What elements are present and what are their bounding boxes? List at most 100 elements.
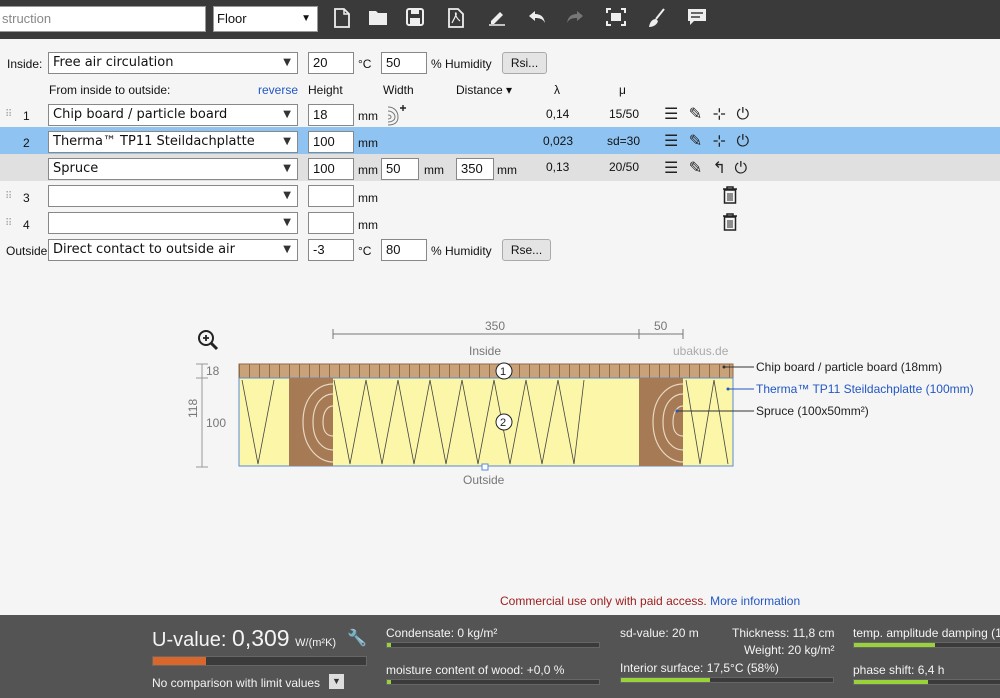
layer-3-height-input[interactable] (308, 185, 354, 207)
height-100-label: 100 (206, 416, 226, 430)
dim-350-label: 350 (485, 319, 505, 333)
open-folder-icon[interactable] (366, 8, 390, 30)
layer-2-height-input[interactable]: 100 (308, 131, 354, 153)
layer-4-material-select[interactable]: ▼ (48, 212, 298, 234)
condensate-meter (386, 642, 600, 648)
rsi-button[interactable]: Rsi... (502, 52, 547, 74)
mu-header: μ (619, 83, 626, 97)
pdf-icon[interactable] (444, 8, 468, 30)
chevron-down-icon: ▼ (283, 109, 291, 120)
resize-handle[interactable] (481, 463, 489, 471)
wrench-icon[interactable]: 🔧 (347, 628, 367, 648)
layer-1-lambda: 0,14 (546, 107, 570, 121)
inside-condition-select[interactable]: Free air circulation ▼ (48, 52, 298, 74)
spruce-stud-left[interactable] (289, 378, 334, 466)
phase-shift-meter (853, 679, 1000, 685)
add-wood-stud-icon[interactable] (386, 103, 410, 130)
distance-header[interactable]: Distance ▾ (456, 82, 512, 98)
spruce-material-select[interactable]: Spruce ▼ (48, 158, 298, 180)
add-layer-icon[interactable]: ⊹ (713, 133, 726, 150)
spruce-actions: ☰ ✎ ↰ ⏻ (664, 158, 747, 178)
comment-icon[interactable] (685, 8, 709, 30)
legend-spruce: Spruce (100x50mm²) (756, 404, 869, 418)
moisture-label: moisture content of wood: +0,0 % (386, 663, 565, 677)
save-icon[interactable] (403, 8, 427, 30)
lambda-header: λ (554, 83, 560, 97)
drag-handle-icon[interactable]: ⠿ (5, 218, 12, 229)
outside-humidity-input[interactable]: 80 (381, 239, 427, 261)
chip-board-layer[interactable] (238, 363, 734, 379)
total-height-label: 118 (186, 399, 200, 418)
undo-icon[interactable] (525, 8, 549, 30)
inside-humidity-input[interactable]: 50 (381, 52, 427, 74)
return-arrow-icon[interactable]: ↰ (713, 160, 726, 177)
layer-1-unit: mm (358, 109, 378, 123)
construction-name-input[interactable]: struction (0, 6, 206, 32)
layer-2-material-select[interactable]: Therma™ TP11 Steildachplatte ▼ (48, 131, 298, 153)
u-value-label: U-value: (152, 629, 227, 651)
chevron-down-icon: ▼ (301, 13, 311, 24)
construction-type-select[interactable]: Floor ▼ (213, 6, 318, 32)
layer-4-height-input[interactable] (308, 212, 354, 234)
inside-label: Inside: (7, 57, 43, 71)
layer-1-material: Chip board / particle board (53, 107, 228, 122)
menu-icon[interactable]: ☰ (664, 133, 678, 150)
layer-3-material-select[interactable]: ▼ (48, 185, 298, 207)
power-icon[interactable]: ⏻ (735, 160, 748, 177)
layer-1-actions: ☰ ✎ ⊹ ⏻ (664, 104, 749, 124)
spruce-width-input[interactable]: 50 (381, 158, 419, 180)
u-value-display: U-value: 0,309 W/(m²K) (152, 625, 336, 652)
outside-temp-input[interactable]: -3 (308, 239, 354, 261)
width-header: Width (383, 83, 414, 97)
power-icon[interactable]: ⏻ (737, 133, 750, 150)
u-value-unit: W/(m²K) (295, 637, 337, 649)
inside-humidity-label: % Humidity (431, 57, 492, 71)
spruce-height-input[interactable]: 100 (308, 158, 354, 180)
pencil-icon[interactable]: ✎ (689, 133, 702, 150)
thickness-label: Thickness: 11,8 cm (732, 626, 835, 640)
inside-temp-input[interactable]: 20 (308, 52, 354, 74)
layer-1-material-select[interactable]: Chip board / particle board ▼ (48, 104, 298, 126)
layer-1-height-input[interactable]: 18 (308, 104, 354, 126)
spruce-distance-input[interactable]: 350 (456, 158, 494, 180)
legend-insulation: Therma™ TP11 Steildachplatte (100mm) (756, 382, 974, 396)
menu-icon[interactable]: ☰ (664, 106, 678, 123)
trash-icon[interactable] (722, 186, 738, 207)
interior-surface-label: Interior surface: 17,5°C (58%) (620, 661, 779, 675)
outside-condition-select[interactable]: Direct contact to outside air ▼ (48, 239, 298, 261)
pencil-icon[interactable]: ✎ (689, 160, 702, 177)
edit-sign-icon[interactable] (485, 8, 509, 30)
pencil-icon[interactable]: ✎ (689, 106, 702, 123)
reverse-link[interactable]: reverse (258, 82, 298, 98)
comparison-dropdown-icon[interactable]: ▼ (329, 674, 344, 689)
condensate-label: Condensate: 0 kg/m² (386, 626, 498, 640)
add-layer-icon[interactable]: ⊹ (713, 106, 726, 123)
temp-amplitude-meter (853, 642, 1000, 648)
construction-type-value: Floor (217, 11, 247, 26)
drag-handle-icon[interactable]: ⠿ (5, 191, 12, 202)
more-information-link[interactable]: More information (710, 594, 800, 608)
interior-surface-meter (620, 677, 834, 683)
menu-icon[interactable]: ☰ (664, 160, 678, 177)
layer-2-mu: sd=30 (607, 134, 641, 148)
comparison-label: No comparison with limit values (152, 676, 321, 690)
power-icon[interactable]: ⏻ (737, 106, 750, 123)
toolbar: struction Floor ▼ (0, 0, 1000, 39)
outside-condition-value: Direct contact to outside air (53, 242, 235, 257)
rse-button[interactable]: Rse... (502, 239, 551, 261)
new-file-icon[interactable] (330, 8, 354, 30)
drag-handle-icon[interactable]: ⠿ (5, 109, 12, 120)
layer-number: 4 (23, 218, 30, 232)
layer-2-lambda: 0,023 (543, 134, 574, 148)
clean-icon[interactable] (645, 8, 669, 30)
inside-condition-value: Free air circulation (53, 55, 174, 70)
redo-icon[interactable] (563, 8, 587, 30)
layer-number: 2 (23, 136, 30, 150)
trash-icon[interactable] (722, 213, 738, 234)
layer-4-unit: mm (358, 218, 378, 232)
commercial-notice-text: Commercial use only with paid access. (500, 594, 707, 608)
sd-value-label: sd-value: 20 m (620, 626, 699, 640)
layer-3-unit: mm (358, 191, 378, 205)
spruce-stud-right[interactable] (639, 378, 684, 466)
fullscreen-icon[interactable] (604, 8, 628, 30)
